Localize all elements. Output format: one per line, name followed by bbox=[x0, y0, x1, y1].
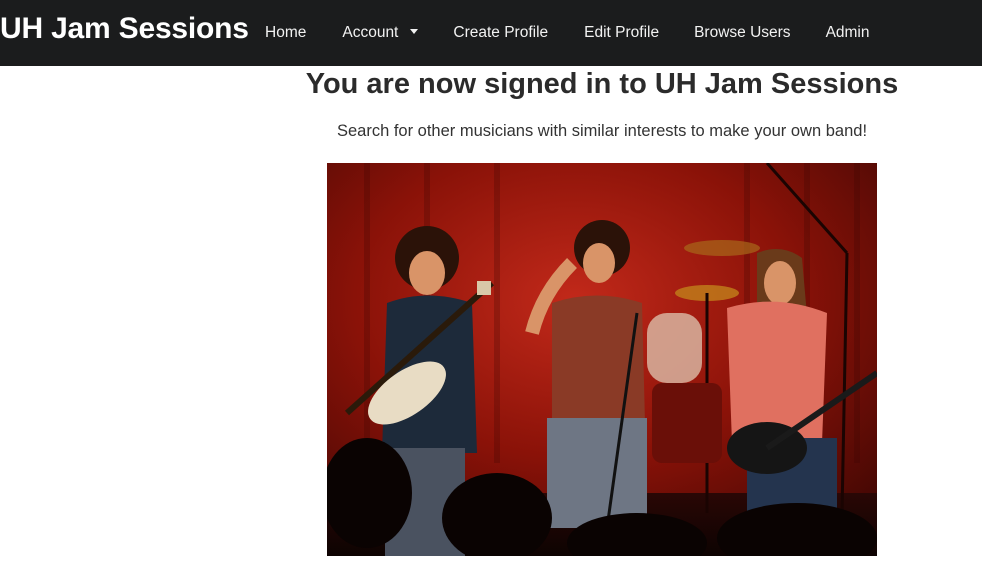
nav-account-label: Account bbox=[342, 24, 399, 41]
nav-admin[interactable]: Admin bbox=[826, 24, 870, 42]
brand-logo[interactable]: UH Jam Sessions bbox=[0, 12, 249, 46]
nav-account-dropdown[interactable]: Account bbox=[342, 24, 419, 42]
caret-down-icon bbox=[410, 29, 419, 35]
nav-browse-users[interactable]: Browse Users bbox=[694, 24, 790, 42]
nav-menu: Home Account Create Profile Edit Profile… bbox=[265, 0, 870, 66]
page-subtitle: Search for other musicians with similar … bbox=[336, 122, 868, 140]
nav-create-profile[interactable]: Create Profile bbox=[453, 24, 548, 42]
nav-home[interactable]: Home bbox=[265, 24, 306, 42]
band-photo bbox=[327, 163, 877, 556]
top-navbar: UH Jam Sessions Home Account Create Prof… bbox=[0, 0, 982, 66]
page-title: You are now signed in to UH Jam Sessions bbox=[305, 68, 899, 100]
nav-edit-profile[interactable]: Edit Profile bbox=[584, 24, 659, 42]
